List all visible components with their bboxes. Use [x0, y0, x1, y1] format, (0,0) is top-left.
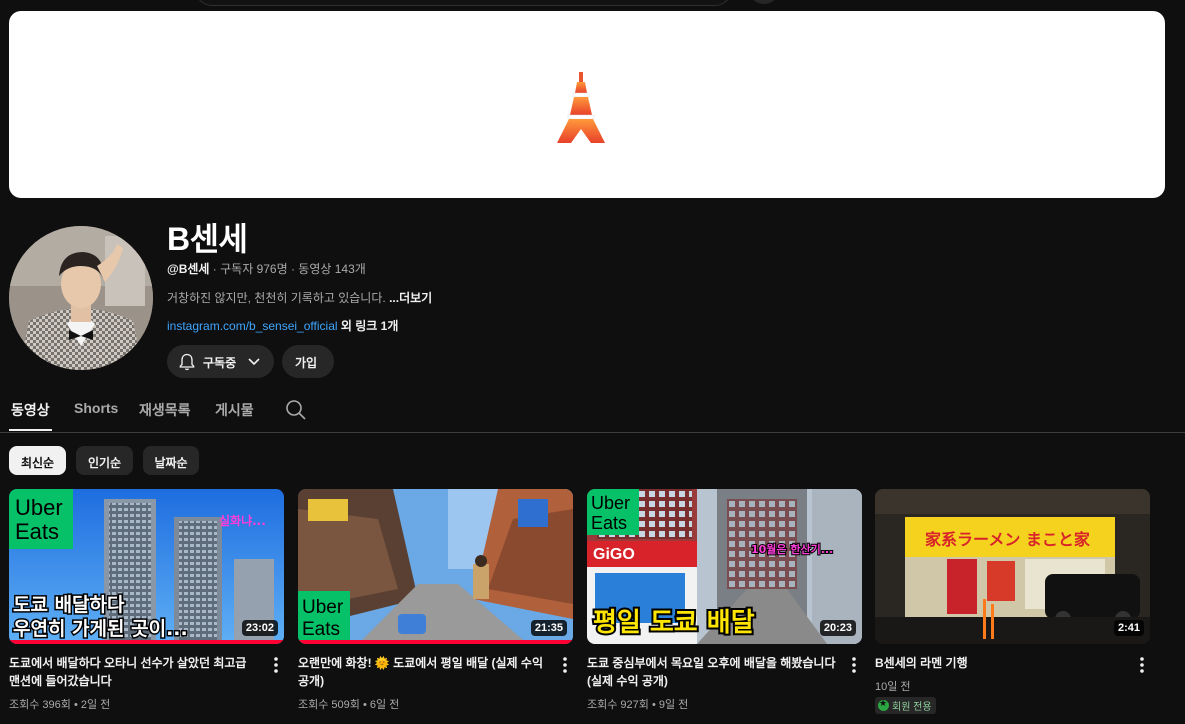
channel-stats: · 구독자 976명 · 동영상 143개	[209, 262, 366, 276]
thumbnail-image: 家系ラーメン まこと家	[875, 489, 1150, 644]
thumb-logo-1: Uber	[302, 597, 344, 618]
video-duration: 2:41	[1113, 620, 1144, 636]
tab-playlists[interactable]: 재생목록	[139, 400, 191, 420]
video-thumbnail[interactable]: 家系ラーメン まこと家 2:41	[875, 489, 1150, 644]
thumb-logo-1: Uber	[15, 495, 63, 520]
thumb-logo-2: Eats	[591, 513, 627, 533]
subscribed-button[interactable]: 구독중	[167, 345, 274, 378]
bell-icon	[179, 353, 195, 371]
chip-oldest[interactable]: 날짜순	[143, 446, 199, 475]
video-thumbnail[interactable]: GiGO Uber Eats 10월은 한산기... 평일 도쿄 배달 20:2…	[587, 489, 862, 644]
members-only-label: 회원 전용	[892, 702, 932, 713]
channel-links[interactable]: instagram.com/b_sensei_official 외 링크 1개	[167, 317, 398, 334]
top-bar	[0, 0, 1185, 11]
tab-posts[interactable]: 게시물	[215, 400, 254, 420]
tokyo-tower-icon	[557, 72, 605, 143]
thumb-logo-2: Eats	[15, 519, 59, 544]
description-text: 거창하진 않지만, 천천히 기록하고 있습니다.	[167, 291, 390, 305]
video-thumbnail[interactable]: Uber Eats 21:35	[298, 489, 573, 644]
voice-search-button[interactable]	[750, 0, 778, 4]
instagram-link[interactable]: instagram.com/b_sensei_official	[167, 319, 338, 333]
active-tab-indicator	[9, 429, 52, 431]
channel-avatar[interactable]	[9, 226, 153, 370]
watch-progress	[298, 640, 573, 644]
search-icon[interactable]	[285, 399, 307, 421]
more-options-icon[interactable]	[273, 656, 279, 674]
video-title[interactable]: 도쿄에서 배달하다 오타니 선수가 살았던 최고급 맨션에 들어갔습니다	[9, 654, 259, 690]
chip-latest-label: 최신순	[20, 456, 55, 470]
thumb-logo-2: Eats	[302, 619, 340, 640]
video-title[interactable]: B센세의 라멘 기행	[875, 654, 1125, 672]
shop-sign: 家系ラーメン まこと家	[925, 530, 1091, 549]
avatar-image	[9, 226, 153, 370]
chevron-down-icon	[248, 358, 260, 366]
store-sign: GiGO	[593, 546, 635, 563]
tab-videos[interactable]: 동영상	[11, 400, 50, 420]
more-options-icon[interactable]	[562, 656, 568, 674]
more-link[interactable]: ...더보기	[389, 291, 432, 305]
tab-shorts[interactable]: Shorts	[74, 400, 118, 416]
channel-tabs: 동영상 Shorts 재생목록 게시물	[0, 390, 1185, 433]
search-box[interactable]	[195, 0, 732, 6]
video-duration: 20:23	[819, 620, 856, 636]
thumb-caption-2: 우연히 가게된 곳이...	[13, 618, 188, 640]
video-meta: 조회수 509회 • 6일 전	[298, 699, 400, 711]
video-duration: 23:02	[241, 620, 278, 636]
subscribed-label: 구독중	[203, 356, 237, 370]
watch-progress	[9, 640, 284, 644]
video-title[interactable]: 오랜만에 화창! 🌞 도쿄에서 평일 배달 (실제 수익 공개)	[298, 654, 548, 690]
video-title[interactable]: 도쿄 중심부에서 목요일 오후에 배달을 해봤습니다 (실제 수익 공개)	[587, 654, 837, 690]
channel-name: B센세	[167, 221, 248, 257]
thumb-caption-1: 도쿄 배달하다	[13, 594, 125, 616]
video-meta: 조회수 396회 • 2일 전	[9, 699, 111, 711]
join-button[interactable]: 가입	[282, 345, 334, 378]
join-label: 가입	[295, 356, 318, 370]
thumb-tag: 실화냐...	[219, 513, 266, 528]
chip-latest[interactable]: 최신순	[9, 446, 66, 475]
video-duration: 21:35	[530, 620, 567, 636]
members-star-icon	[878, 698, 889, 711]
more-options-icon[interactable]	[1139, 656, 1145, 674]
chip-oldest-label: 날짜순	[154, 456, 188, 470]
thumb-tag: 10월은 한산기...	[751, 542, 833, 556]
thumb-caption-1: 평일 도쿄 배달	[593, 608, 755, 638]
chip-popular-label: 인기순	[87, 456, 122, 470]
video-thumbnail[interactable]: Uber Eats 실화냐... 도쿄 배달하다 우연히 가게된 곳이... 2…	[9, 489, 284, 644]
channel-meta: @B센세 · 구독자 976명 · 동영상 143개	[167, 260, 366, 277]
more-links[interactable]: 외 링크 1개	[338, 319, 399, 333]
chip-popular[interactable]: 인기순	[76, 446, 133, 475]
members-only-badge: 회원 전용	[875, 697, 936, 714]
video-meta: 10일 전	[875, 681, 911, 693]
thumb-logo-1: Uber	[591, 493, 630, 513]
channel-description[interactable]: 거창하진 않지만, 천천히 기록하고 있습니다. ...더보기	[167, 289, 432, 306]
channel-banner	[9, 11, 1165, 198]
video-meta: 조회수 927회 • 9일 전	[587, 699, 689, 711]
channel-handle: @B센세	[167, 262, 210, 276]
more-options-icon[interactable]	[851, 656, 857, 674]
